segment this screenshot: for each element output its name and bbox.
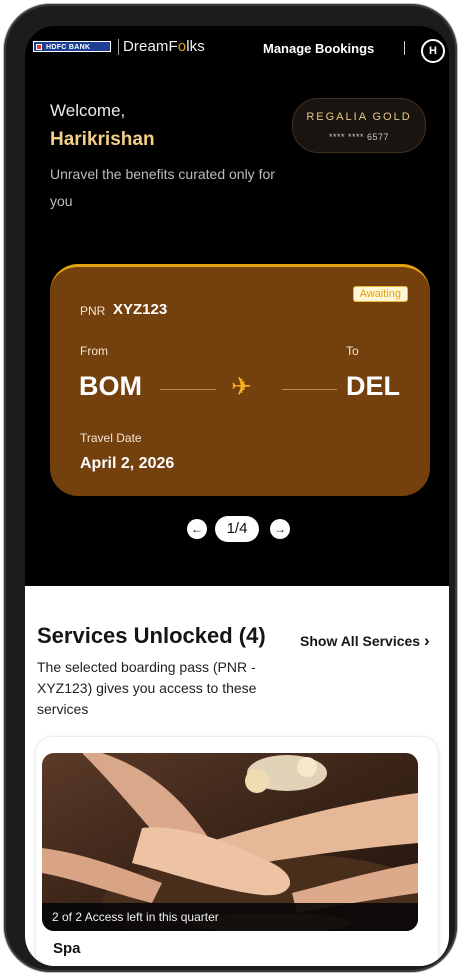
- hdfc-bank-logo: HDFC BANK: [33, 41, 111, 52]
- card-masked-number: **** **** 6577: [328, 132, 390, 142]
- card-tier-label: REGALIA GOLD: [306, 111, 412, 123]
- credit-card-badge[interactable]: REGALIA GOLD **** **** 6577: [292, 98, 426, 153]
- pnr-label: PNR: [80, 304, 106, 318]
- header-divider: [404, 41, 405, 55]
- origin-airport-code: BOM: [79, 371, 142, 401]
- next-arrow-icon[interactable]: →: [270, 519, 290, 539]
- user-name: Harikrishan: [50, 129, 155, 150]
- boarding-pass-card[interactable]: Awaiting PNR XYZ123 From To BOM ✈ DEL Tr…: [50, 264, 430, 496]
- travel-date-label: Travel Date: [80, 431, 142, 445]
- pnr-value: XYZ123: [113, 301, 168, 318]
- show-all-services-label: Show All Services: [300, 633, 421, 649]
- manage-bookings-link[interactable]: Manage Bookings: [263, 41, 374, 56]
- dreamfolks-logo-o: o: [177, 38, 187, 55]
- pager-count: 1/4: [215, 516, 259, 542]
- services-section: Services Unlocked (4) Show All Services …: [25, 586, 449, 966]
- chevron-right-icon: ›: [423, 631, 430, 650]
- route-line-right: [282, 389, 337, 390]
- from-label: From: [80, 344, 108, 358]
- app-screen: HDFC BANK DreamFolks Manage Bookings H W…: [25, 26, 449, 966]
- hdfc-logo-icon: [36, 44, 42, 50]
- phone-frame: HDFC BANK DreamFolks Manage Bookings H W…: [4, 4, 457, 972]
- dreamfolks-logo: DreamFolks: [123, 38, 205, 55]
- route-line-left: [160, 389, 216, 390]
- user-avatar-button[interactable]: H: [421, 39, 445, 63]
- dreamfolks-logo-prefix: DreamF: [123, 38, 178, 55]
- access-remaining-bar: 2 of 2 Access left in this quarter: [42, 903, 418, 931]
- logo-divider: [118, 39, 119, 55]
- destination-airport-code: DEL: [346, 371, 400, 401]
- to-label: To: [346, 344, 359, 358]
- welcome-tagline: Unravel the benefits curated only for yo…: [50, 166, 275, 209]
- services-title: Services Unlocked (4): [37, 623, 266, 648]
- hdfc-logo-text: HDFC BANK: [46, 44, 91, 51]
- services-description: The selected boarding pass (PNR - XYZ123…: [37, 659, 257, 717]
- status-badge: Awaiting: [352, 286, 408, 302]
- airplane-icon: ✈: [231, 373, 252, 401]
- service-name: Spa: [53, 940, 81, 957]
- welcome-greeting: Welcome,: [50, 101, 126, 120]
- travel-date-value: April 2, 2026: [80, 455, 175, 472]
- dreamfolks-logo-suffix: lks: [186, 38, 205, 55]
- previous-arrow-icon[interactable]: ←: [187, 519, 207, 539]
- boarding-pass-pager: ← 1/4 →: [25, 516, 449, 546]
- show-all-services-link[interactable]: Show All Services ›: [300, 631, 430, 651]
- top-bar: HDFC BANK DreamFolks Manage Bookings H: [25, 26, 449, 72]
- spa-photo: 2 of 2 Access left in this quarter: [42, 753, 418, 931]
